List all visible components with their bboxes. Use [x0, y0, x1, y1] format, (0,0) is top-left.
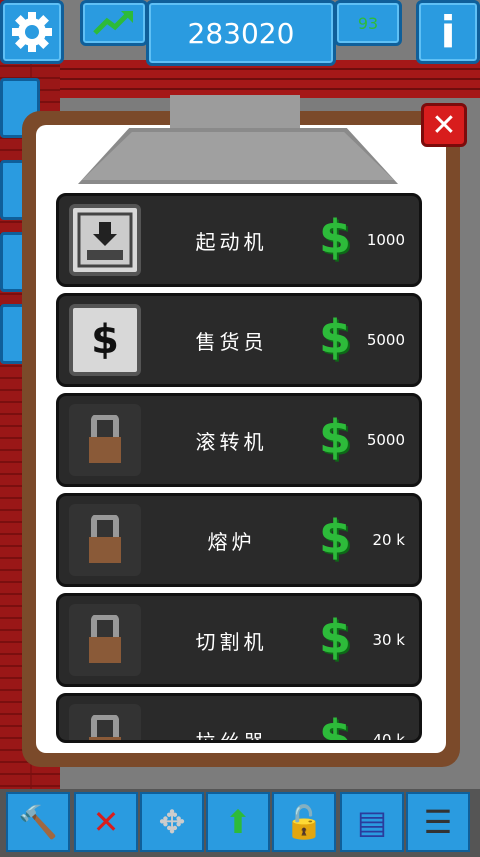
- item-price: 20 k: [372, 531, 405, 549]
- info-icon: i: [440, 6, 456, 58]
- lock-icon: [69, 604, 141, 676]
- dollar-icon: $: [319, 410, 352, 464]
- upgrade-icon: ⬆: [224, 803, 252, 841]
- level-counter: 93: [334, 0, 402, 46]
- shop-item[interactable]: 起动机 $1000: [56, 193, 422, 287]
- money-display: 283020: [146, 0, 336, 66]
- dollar-icon: $: [319, 210, 352, 264]
- trending-up-icon: [93, 11, 133, 35]
- item-price: 5000: [366, 331, 405, 349]
- dollar-icon: $: [319, 710, 352, 743]
- dollar-icon: $: [319, 310, 352, 364]
- clipboard-clip: [78, 128, 398, 184]
- unlock-tool-button[interactable]: 🔓: [272, 792, 336, 852]
- gear-icon: [12, 12, 52, 52]
- hammer-icon: 🔨: [18, 803, 58, 841]
- settings-button[interactable]: [0, 0, 64, 64]
- dollar-icon: $: [319, 610, 352, 664]
- info-button[interactable]: i: [416, 0, 480, 64]
- stats-button[interactable]: [80, 0, 148, 46]
- unlock-icon: 🔓: [284, 803, 324, 841]
- move-icon: ✥: [158, 803, 186, 841]
- item-name: 切割机: [195, 629, 268, 654]
- shop-item[interactable]: $ 售货员 $5000: [56, 293, 422, 387]
- close-icon: ✕: [431, 107, 457, 143]
- hammer-tool-button[interactable]: 🔨: [6, 792, 70, 852]
- blueprint-tool-button[interactable]: ▤: [340, 792, 404, 852]
- item-name: 熔炉: [207, 529, 256, 554]
- shop-item[interactable]: 切割机 $30 k: [56, 593, 422, 687]
- lock-icon: [69, 704, 141, 740]
- shop-item[interactable]: 拉丝器 $40 k: [56, 693, 422, 743]
- dollar-icon: $: [319, 510, 352, 564]
- item-name: 拉丝器: [195, 729, 268, 743]
- item-price: 5000: [366, 431, 405, 449]
- item-name: 售货员: [195, 329, 268, 354]
- item-price: 30 k: [372, 631, 405, 649]
- menu-icon: ☰: [423, 803, 453, 841]
- item-name: 起动机: [195, 229, 268, 254]
- shop-item[interactable]: 熔炉 $20 k: [56, 493, 422, 587]
- lock-icon: [69, 504, 141, 576]
- seller-icon: $: [69, 304, 141, 376]
- move-tool-button[interactable]: ✥: [140, 792, 204, 852]
- lock-icon: [69, 404, 141, 476]
- clipboard-clip-top: [170, 95, 300, 133]
- delete-icon: ✕: [92, 803, 120, 841]
- item-name: 滚转机: [195, 429, 268, 454]
- delete-tool-button[interactable]: ✕: [74, 792, 138, 852]
- close-button[interactable]: ✕: [421, 103, 467, 147]
- item-price: 40 k: [372, 731, 405, 743]
- blueprint-icon: ▤: [356, 803, 388, 841]
- upgrade-tool-button[interactable]: ⬆: [206, 792, 270, 852]
- menu-tool-button[interactable]: ☰: [406, 792, 470, 852]
- shop-item[interactable]: 滚转机 $5000: [56, 393, 422, 487]
- starter-icon: [69, 204, 141, 276]
- item-price: 1000: [366, 231, 405, 249]
